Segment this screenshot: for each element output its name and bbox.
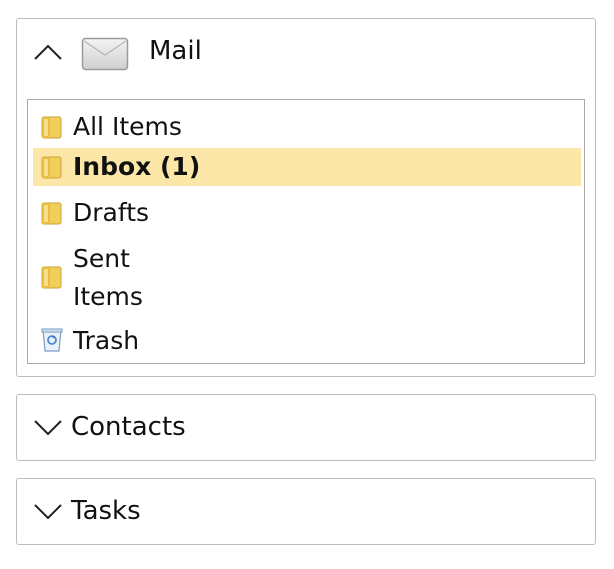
mail-panel-header[interactable]: Mail (17, 19, 595, 83)
folder-list[interactable]: All Items Inbox (1) Drafts Sent Items Tr… (27, 99, 585, 364)
folder-item-sent-items[interactable]: Sent Items (33, 240, 581, 316)
folder-label: All Items (73, 112, 182, 141)
mail-panel-title: Mail (149, 36, 202, 66)
envelope-icon (81, 37, 129, 71)
contacts-panel-title: Contacts (71, 412, 186, 442)
trash-icon (39, 327, 65, 353)
folder-item-trash[interactable]: Trash (33, 322, 581, 360)
folder-label: Sent Items (73, 244, 143, 311)
folder-icon (39, 200, 65, 226)
folder-item-all-items[interactable]: All Items (33, 108, 581, 146)
contacts-panel: Contacts (16, 394, 596, 461)
tasks-panel-title: Tasks (71, 496, 141, 526)
folder-label: Drafts (73, 198, 150, 227)
tasks-panel-header[interactable]: Tasks (17, 479, 595, 544)
chevron-down-icon[interactable] (33, 501, 63, 521)
folder-icon (39, 264, 65, 290)
folder-icon (39, 114, 65, 140)
folder-item-drafts[interactable]: Drafts (33, 194, 581, 232)
folder-label: Trash (73, 326, 140, 355)
mail-panel: Mail All Items Inbox (1) Drafts Sent Ite… (16, 18, 596, 377)
folder-item-inbox[interactable]: Inbox (1) (33, 148, 581, 186)
contacts-panel-header[interactable]: Contacts (17, 395, 595, 460)
tasks-panel: Tasks (16, 478, 596, 545)
chevron-up-icon[interactable] (33, 42, 63, 62)
folder-label: Inbox (1) (73, 152, 201, 181)
chevron-down-icon[interactable] (33, 417, 63, 437)
folder-icon (39, 154, 65, 180)
